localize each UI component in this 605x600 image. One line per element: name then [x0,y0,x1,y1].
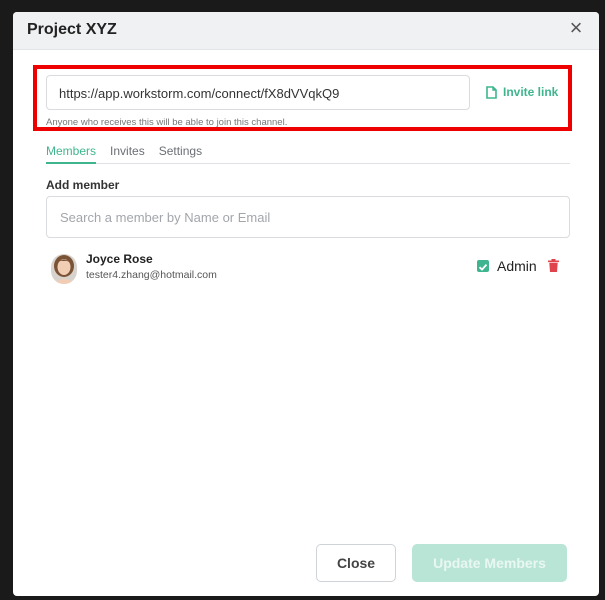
invite-link-button[interactable]: Invite link [486,83,558,101]
invite-hint: Anyone who receives this will be able to… [46,117,288,128]
tab-members[interactable]: Members [46,144,97,164]
member-search-input[interactable] [46,196,570,238]
invite-url-field[interactable]: https://app.workstorm.com/connect/fX8dVV… [46,75,470,110]
modal-title: Project XYZ [27,21,117,38]
tab-bar: Members Invites Settings [46,144,570,164]
copy-icon [486,85,497,99]
tab-settings[interactable]: Settings [159,144,202,164]
member-row: Joyce Rose tester4.zhang@hotmail.com Adm… [51,252,566,286]
member-email: tester4.zhang@hotmail.com [86,269,217,281]
admin-label: Admin [497,258,537,274]
project-modal: Project XYZ × https://app.workstorm.com/… [13,12,599,596]
close-icon[interactable]: × [567,17,585,39]
modal-header: Project XYZ × [13,12,599,50]
trash-icon[interactable] [548,259,559,272]
update-members-button[interactable]: Update Members [412,544,567,582]
check-icon [478,263,488,271]
close-button[interactable]: Close [316,544,396,582]
member-name: Joyce Rose [86,252,153,266]
add-member-label: Add member [46,178,120,192]
admin-checkbox[interactable] [477,260,489,272]
tab-invites[interactable]: Invites [110,144,145,164]
avatar [51,254,77,284]
invite-link-label: Invite link [503,85,559,99]
